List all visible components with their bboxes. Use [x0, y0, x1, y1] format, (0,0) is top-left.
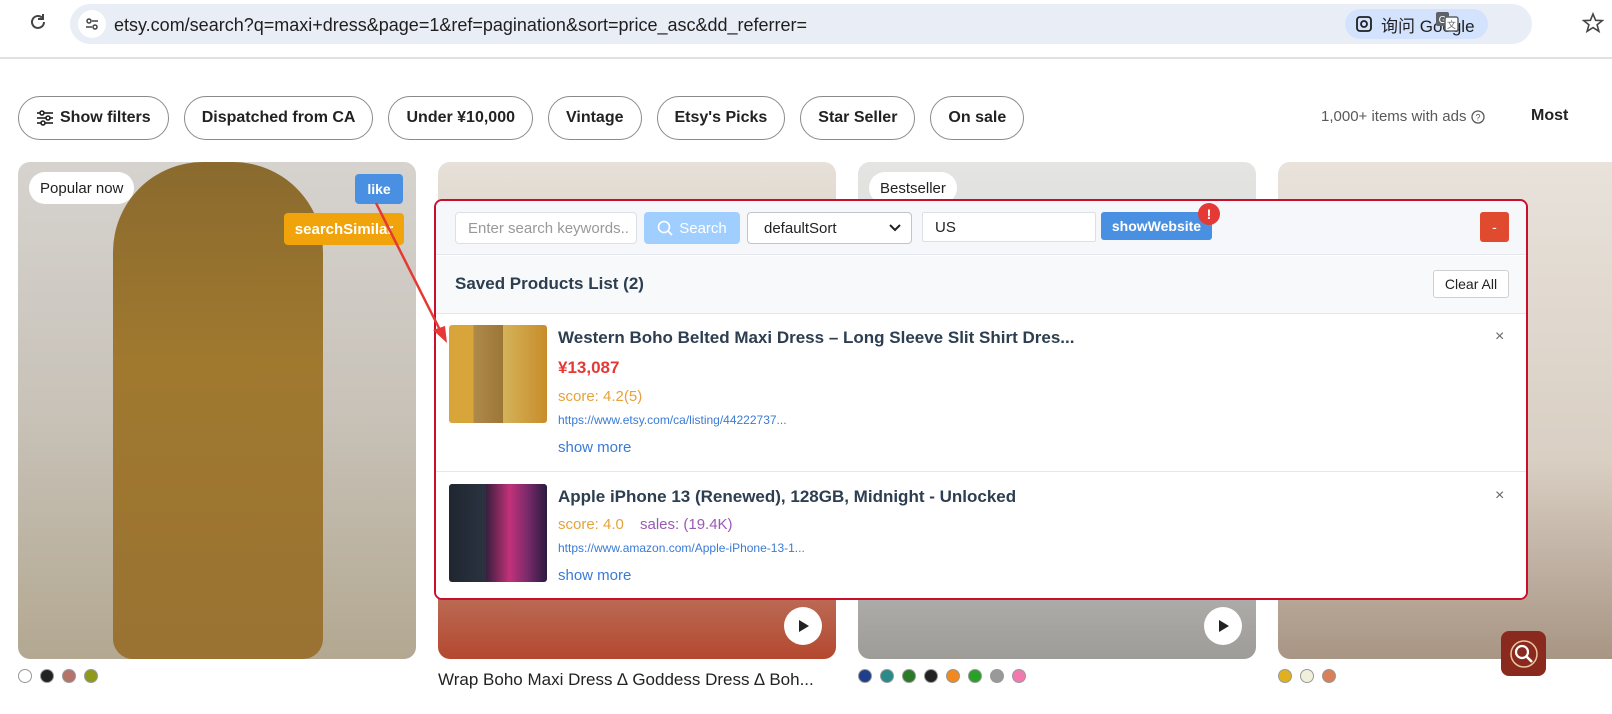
- swatch[interactable]: [946, 669, 960, 683]
- show-more-link[interactable]: show more: [558, 567, 631, 584]
- product-card[interactable]: Popular now like searchSimilar: [18, 162, 416, 659]
- color-swatches: [858, 669, 1026, 683]
- swatch[interactable]: [1012, 669, 1026, 683]
- svg-text:?: ?: [1475, 112, 1480, 122]
- saved-product-price: ¥13,087: [558, 358, 620, 377]
- popular-badge: Popular now: [29, 172, 135, 204]
- search-icon: [657, 220, 673, 236]
- saved-product-score: score: 4.2(5): [558, 388, 643, 405]
- panel-toolbar: Enter search keywords.. Search defaultSo…: [436, 201, 1526, 255]
- filter-chip-star-seller[interactable]: Star Seller: [800, 96, 916, 140]
- saved-product-url[interactable]: https://www.etsy.com/ca/listing/44222737…: [558, 413, 787, 427]
- help-icon[interactable]: ?: [1470, 109, 1485, 124]
- swatch[interactable]: [924, 669, 938, 683]
- sort-select[interactable]: defaultSort: [747, 212, 912, 244]
- ask-google-chip[interactable]: 询问 Google: [1345, 9, 1488, 39]
- search-button[interactable]: Search: [644, 212, 740, 244]
- swatch[interactable]: [40, 669, 54, 683]
- search-similar-button[interactable]: searchSimilar: [284, 213, 404, 245]
- translate-icon: G文: [1436, 12, 1459, 32]
- saved-product-score: score: 4.0: [558, 516, 624, 533]
- search-button-label: Search: [679, 219, 727, 237]
- show-filters-button[interactable]: Show filters: [18, 96, 169, 140]
- play-icon: [1219, 620, 1229, 632]
- swatch[interactable]: [84, 669, 98, 683]
- bookmark-button[interactable]: [1581, 11, 1605, 34]
- swatch[interactable]: [990, 669, 1004, 683]
- swatch[interactable]: [18, 669, 32, 683]
- saved-list-header: Saved Products List (2) Clear All: [436, 256, 1526, 314]
- show-filters-label: Show filters: [60, 109, 151, 126]
- saved-product-url[interactable]: https://www.amazon.com/Apple-iPhone-13-1…: [558, 541, 805, 555]
- filter-chip-on-sale[interactable]: On sale: [930, 96, 1025, 140]
- saved-list-title: Saved Products List (2): [455, 274, 644, 293]
- swatch[interactable]: [880, 669, 894, 683]
- reload-button[interactable]: [26, 10, 50, 34]
- play-video-button[interactable]: [1204, 607, 1242, 645]
- saved-products-panel: Enter search keywords.. Search defaultSo…: [434, 199, 1528, 600]
- swatch[interactable]: [1300, 669, 1314, 683]
- filter-chip-etsys-picks[interactable]: Etsy's Picks: [656, 96, 786, 140]
- keyword-search-input[interactable]: Enter search keywords..: [455, 212, 637, 244]
- lens-icon: [1356, 16, 1372, 32]
- play-icon: [799, 620, 809, 632]
- saved-product-item: Western Boho Belted Maxi Dress – Long Sl…: [436, 314, 1526, 472]
- collapse-button[interactable]: -: [1480, 212, 1509, 242]
- swatch[interactable]: [858, 669, 872, 683]
- saved-product-title[interactable]: Apple iPhone 13 (Renewed), 128GB, Midnig…: [558, 487, 1016, 507]
- swatch[interactable]: [1278, 669, 1292, 683]
- swatch[interactable]: [62, 669, 76, 683]
- reload-icon: [31, 14, 45, 29]
- star-icon: [1581, 11, 1605, 34]
- alert-badge: !: [1198, 203, 1220, 225]
- svg-text:文: 文: [1447, 19, 1456, 30]
- filters-icon: [37, 110, 53, 126]
- browser-toolbar: etsy.com/search?q=maxi+dress&page=1&ref=…: [0, 0, 1612, 50]
- clear-all-button[interactable]: Clear All: [1433, 270, 1509, 298]
- filter-chip-vintage[interactable]: Vintage: [548, 96, 642, 140]
- url-text[interactable]: etsy.com/search?q=maxi+dress&page=1&ref=…: [114, 15, 807, 36]
- product-title[interactable]: Wrap Boho Maxi Dress ∆ Goddess Dress ∆ B…: [438, 670, 836, 690]
- product-thumbnail[interactable]: [449, 484, 547, 582]
- chevron-down-icon: [889, 224, 901, 232]
- play-video-button[interactable]: [784, 607, 822, 645]
- swatch[interactable]: [968, 669, 982, 683]
- sort-dropdown[interactable]: Most: [1531, 107, 1568, 125]
- translate-button[interactable]: G文: [1435, 9, 1459, 33]
- site-info-button[interactable]: [78, 10, 106, 38]
- filter-chip-dispatched[interactable]: Dispatched from CA: [183, 96, 374, 140]
- swatch[interactable]: [902, 669, 916, 683]
- product-thumbnail[interactable]: [449, 325, 547, 423]
- show-website-button[interactable]: showWebsite: [1101, 212, 1212, 240]
- sort-select-value: defaultSort: [764, 219, 837, 237]
- results-count-text: 1,000+ items with ads: [1321, 108, 1467, 125]
- floating-search-tool-button[interactable]: [1501, 631, 1546, 676]
- remove-item-button[interactable]: ×: [1495, 487, 1504, 505]
- saved-product-sales: sales: (19.4K): [640, 516, 733, 533]
- show-more-link[interactable]: show more: [558, 439, 631, 456]
- swatch[interactable]: [1322, 669, 1336, 683]
- address-bar[interactable]: etsy.com/search?q=maxi+dress&page=1&ref=…: [70, 4, 1532, 44]
- toolbar-divider: [0, 57, 1612, 59]
- like-button[interactable]: like: [355, 174, 403, 204]
- ask-google-label: 询问 Google: [1381, 16, 1475, 36]
- remove-item-button[interactable]: ×: [1495, 328, 1504, 346]
- color-swatches: [1278, 669, 1336, 683]
- region-input[interactable]: US: [922, 212, 1096, 242]
- tune-icon: [86, 18, 98, 30]
- saved-product-title[interactable]: Western Boho Belted Maxi Dress – Long Sl…: [558, 328, 1074, 348]
- saved-product-item: Apple iPhone 13 (Renewed), 128GB, Midnig…: [436, 473, 1526, 598]
- magnifier-icon: [1509, 639, 1538, 668]
- filter-chip-price[interactable]: Under ¥10,000: [388, 96, 533, 140]
- color-swatches: [18, 669, 98, 683]
- results-count: 1,000+ items with ads ?: [1321, 108, 1485, 125]
- filter-bar: Show filters Dispatched from CA Under ¥1…: [18, 96, 1025, 140]
